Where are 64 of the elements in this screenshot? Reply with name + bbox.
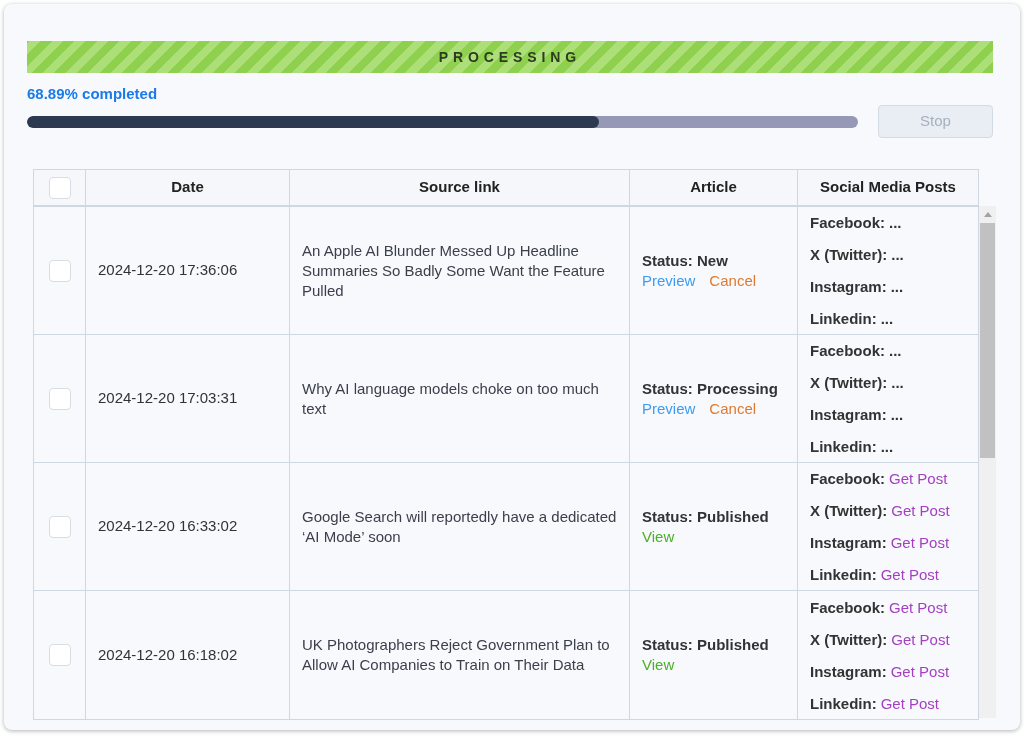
platform-label: X (Twitter): <box>810 373 888 393</box>
pending-text: ... <box>880 309 894 329</box>
platform-label: X (Twitter): <box>810 245 888 265</box>
source-link[interactable]: UK Photographers Reject Government Plan to Allow AI Companies to Train on Their Data <box>302 635 617 675</box>
platform-label: Instagram: <box>810 533 887 553</box>
source-link[interactable]: An Apple AI Blunder Messed Up Headline Summaries So Badly Some Want the Feature Pulled <box>302 240 617 301</box>
progress-label: 68.89% completed <box>27 85 158 103</box>
status-text: Status: Processing <box>642 378 778 399</box>
date-text: 2024-12-20 16:33:02 <box>98 516 238 537</box>
scrollbar[interactable] <box>979 206 996 718</box>
source-link[interactable]: Google Search will reportedly have a dedicated ‘AI Mode’ soon <box>302 506 617 547</box>
column-header: Social Media Posts <box>820 177 956 198</box>
pending-text: ... <box>891 373 904 393</box>
get-post-link[interactable]: Get Post <box>889 468 948 489</box>
platform-label: Instagram: <box>810 661 887 682</box>
get-post-link[interactable]: Get Post <box>890 532 950 553</box>
platform-label: Instagram: <box>810 405 887 425</box>
scrollbar-thumb[interactable] <box>980 223 995 458</box>
pending-text: ... <box>880 437 894 457</box>
source-link[interactable]: Why AI language models choke on too much text <box>302 378 617 419</box>
preview-link[interactable]: Preview <box>642 270 696 291</box>
pending-text: ... <box>889 341 902 361</box>
platform-label: X (Twitter): <box>810 501 888 521</box>
get-post-link[interactable]: Get Post <box>880 692 940 714</box>
platform-label: Linkedin: <box>810 309 877 329</box>
view-link[interactable]: View <box>642 526 675 547</box>
processing-banner: PROCESSING <box>27 41 993 73</box>
platform-label: Linkedin: <box>810 693 877 714</box>
get-post-link[interactable]: Get Post <box>889 596 948 618</box>
date-text: 2024-12-20 16:18:02 <box>98 644 238 665</box>
cancel-link[interactable]: Cancel <box>709 270 757 291</box>
cancel-link[interactable]: Cancel <box>709 398 757 419</box>
scroll-up-icon[interactable] <box>983 212 992 217</box>
status-text: Status: Published <box>642 635 769 655</box>
platform-label: Linkedin: <box>810 565 877 585</box>
checkbox[interactable] <box>48 644 71 666</box>
platform-label: Linkedin: <box>810 437 877 457</box>
checkbox[interactable] <box>48 387 71 410</box>
platform-label: X (Twitter): <box>810 629 888 650</box>
preview-link[interactable]: Preview <box>642 398 696 419</box>
checkbox[interactable] <box>48 515 71 538</box>
platform-label: Facebook: <box>810 597 885 618</box>
checkbox[interactable] <box>48 176 71 199</box>
column-header: Article <box>690 177 737 198</box>
get-post-link[interactable]: Get Post <box>891 500 950 521</box>
platform-label: Instagram: <box>810 277 887 297</box>
pending-text: ... <box>889 213 902 233</box>
column-header: Date <box>171 177 204 198</box>
get-post-link[interactable]: Get Post <box>890 660 950 682</box>
get-post-link[interactable]: Get Post <box>891 628 950 650</box>
pending-text: ... <box>890 405 904 425</box>
platform-label: Facebook: <box>810 213 885 233</box>
status-text: Status: Published <box>642 506 769 527</box>
pending-text: ... <box>891 245 904 265</box>
platform-label: Facebook: <box>810 341 885 361</box>
pending-text: ... <box>890 277 904 297</box>
checkbox[interactable] <box>48 259 71 282</box>
view-link[interactable]: View <box>642 655 675 675</box>
date-text: 2024-12-20 17:36:06 <box>98 260 238 281</box>
column-header: Source link <box>419 177 500 198</box>
date-text: 2024-12-20 17:03:31 <box>98 388 238 409</box>
get-post-link[interactable]: Get Post <box>880 564 940 585</box>
status-text: Status: New <box>642 250 728 271</box>
platform-label: Facebook: <box>810 469 885 489</box>
